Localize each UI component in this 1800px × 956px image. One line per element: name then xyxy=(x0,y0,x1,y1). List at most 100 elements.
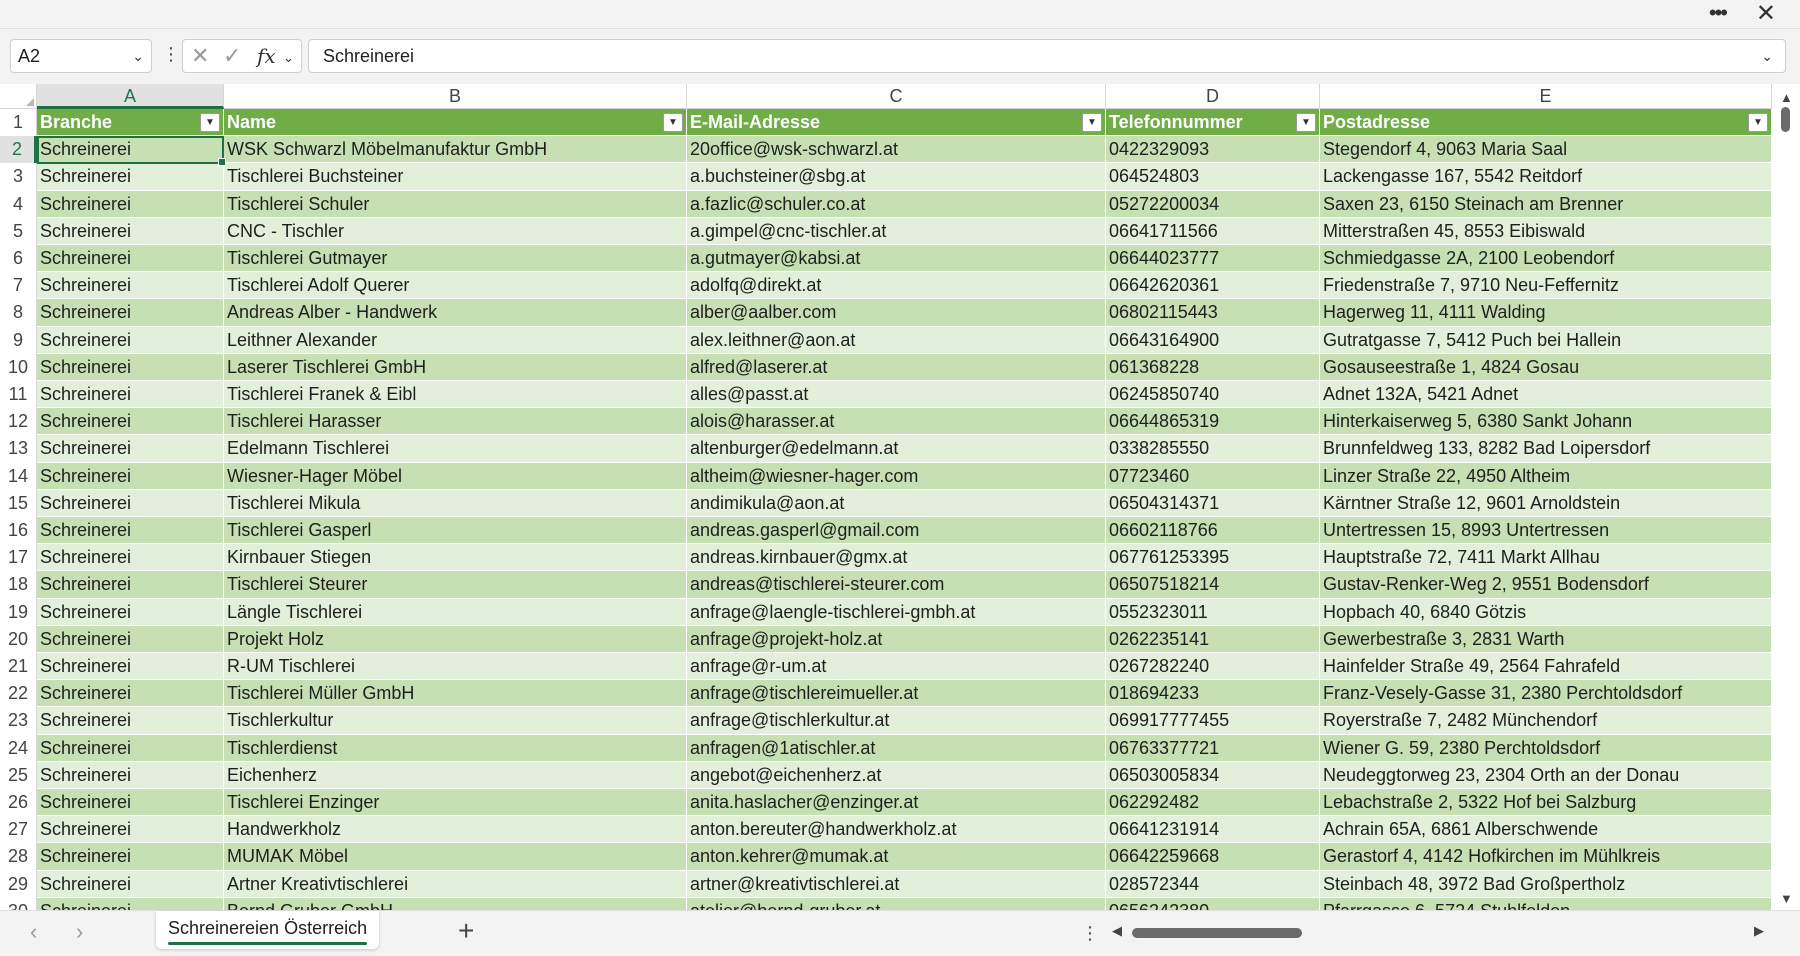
add-sheet-button[interactable]: + xyxy=(458,916,474,946)
row-header[interactable]: 10 xyxy=(0,353,37,381)
table-cell[interactable]: 06245850740 xyxy=(1106,381,1320,409)
table-cell[interactable]: 0267282240 xyxy=(1106,653,1320,681)
table-cell[interactable]: R-UM Tischlerei xyxy=(224,653,687,681)
table-cell[interactable]: WSK Schwarzl Möbelmanufaktur GmbH xyxy=(224,136,687,164)
table-cell[interactable]: Handwerkholz xyxy=(224,816,687,844)
table-cell[interactable]: Schreinerei xyxy=(37,870,224,898)
table-cell[interactable]: Schreinerei xyxy=(37,897,224,910)
table-cell[interactable]: Lebachstraße 2, 5322 Hof bei Salzburg xyxy=(1320,789,1772,817)
table-header-cell[interactable]: E-Mail-Adresse ▼ xyxy=(687,109,1106,137)
table-cell[interactable]: 069917777455 xyxy=(1106,707,1320,735)
table-cell[interactable]: Gerastorf 4, 4142 Hofkirchen im Mühlkrei… xyxy=(1320,843,1772,871)
table-cell[interactable]: Tischlerei Adolf Querer xyxy=(224,272,687,300)
table-cell[interactable]: Neudeggtorweg 23, 2304 Orth an der Donau xyxy=(1320,761,1772,789)
close-icon[interactable]: ✕ xyxy=(1756,1,1776,27)
table-cell[interactable]: anton.bereuter@handwerkholz.at xyxy=(687,816,1106,844)
table-cell[interactable]: Schreinerei xyxy=(37,653,224,681)
table-cell[interactable]: Linzer Straße 22, 4950 Altheim xyxy=(1320,462,1772,490)
table-cell[interactable]: anfrage@r-um.at xyxy=(687,653,1106,681)
table-cell[interactable]: Saxen 23, 6150 Steinach am Brenner xyxy=(1320,190,1772,218)
table-cell[interactable]: Tischlerei Steurer xyxy=(224,571,687,599)
table-cell[interactable]: anita.haslacher@enzinger.at xyxy=(687,789,1106,817)
table-cell[interactable]: 061368228 xyxy=(1106,353,1320,381)
column-header-e[interactable]: E xyxy=(1320,84,1772,109)
row-header[interactable]: 9 xyxy=(0,326,37,354)
table-cell[interactable]: Hinterkaiserweg 5, 6380 Sankt Johann xyxy=(1320,408,1772,436)
row-header[interactable]: 22 xyxy=(0,680,37,708)
table-cell[interactable]: 0338285550 xyxy=(1106,435,1320,463)
filter-dropdown-icon[interactable]: ▼ xyxy=(1296,113,1316,132)
sheet-tab-active[interactable]: Schreinereien Österreich xyxy=(156,911,380,949)
table-cell[interactable]: Tischlerei Müller GmbH xyxy=(224,680,687,708)
table-cell[interactable]: CNC - Tischler xyxy=(224,217,687,245)
table-cell[interactable]: 06802115443 xyxy=(1106,299,1320,327)
table-cell[interactable]: Schreinerei xyxy=(37,761,224,789)
select-all-corner[interactable] xyxy=(0,84,37,109)
table-cell[interactable]: Hopbach 40, 6840 Götzis xyxy=(1320,598,1772,626)
table-cell[interactable]: Steinbach 48, 3972 Bad Großpertholz xyxy=(1320,870,1772,898)
table-cell[interactable]: Längle Tischlerei xyxy=(224,598,687,626)
enter-icon[interactable]: ✓ xyxy=(223,42,241,70)
column-header-b[interactable]: B xyxy=(224,84,687,109)
table-cell[interactable]: Brunnfeldweg 133, 8282 Bad Loipersdorf xyxy=(1320,435,1772,463)
filter-dropdown-icon[interactable]: ▼ xyxy=(1082,113,1102,132)
table-cell[interactable]: Schreinerei xyxy=(37,272,224,300)
filter-dropdown-icon[interactable]: ▼ xyxy=(1748,113,1768,132)
table-cell[interactable]: Schreinerei xyxy=(37,571,224,599)
table-cell[interactable]: anfragen@1atischler.at xyxy=(687,734,1106,762)
row-header[interactable]: 30 xyxy=(0,897,37,910)
table-cell[interactable]: 06644023777 xyxy=(1106,245,1320,273)
filter-dropdown-icon[interactable]: ▼ xyxy=(200,113,220,132)
table-cell[interactable]: Schreinerei xyxy=(37,299,224,327)
table-cell[interactable]: Tischlerei Harasser xyxy=(224,408,687,436)
table-cell[interactable]: 0422329093 xyxy=(1106,136,1320,164)
table-cell[interactable]: Hainfelder Straße 49, 2564 Fahrafeld xyxy=(1320,653,1772,681)
chevron-down-icon[interactable]: ⌄ xyxy=(132,40,144,72)
table-cell[interactable]: 0552323011 xyxy=(1106,598,1320,626)
vertical-scrollbar[interactable]: ▲ ▼ xyxy=(1772,84,1800,910)
row-header[interactable]: 29 xyxy=(0,870,37,898)
table-cell[interactable]: alfred@laserer.at xyxy=(687,353,1106,381)
table-cell[interactable]: 0262235141 xyxy=(1106,625,1320,653)
table-cell[interactable]: anton.kehrer@mumak.at xyxy=(687,843,1106,871)
table-cell[interactable]: altheim@wiesner-hager.com xyxy=(687,462,1106,490)
name-box[interactable]: A2 ⌄ xyxy=(10,39,152,73)
table-cell[interactable]: Stegendorf 4, 9063 Maria Saal xyxy=(1320,136,1772,164)
table-cell[interactable]: 20office@wsk-schwarzl.at xyxy=(687,136,1106,164)
table-cell[interactable]: Schreinerei xyxy=(37,353,224,381)
table-cell[interactable]: Leithner Alexander xyxy=(224,326,687,354)
row-header[interactable]: 18 xyxy=(0,571,37,599)
vertical-dots-icon[interactable]: ⋮ xyxy=(1081,923,1099,943)
row-header[interactable]: 11 xyxy=(0,381,37,409)
horizontal-scrollbar[interactable]: ◀ ▶ xyxy=(1108,919,1768,947)
table-cell[interactable]: anfrage@tischlereimueller.at xyxy=(687,680,1106,708)
table-cell[interactable]: Gustav-Renker-Weg 2, 9551 Bodensdorf xyxy=(1320,571,1772,599)
table-cell[interactable]: altenburger@edelmann.at xyxy=(687,435,1106,463)
scroll-left-icon[interactable]: ◀ xyxy=(1112,923,1122,939)
table-cell[interactable]: Schreinerei xyxy=(37,245,224,273)
row-header[interactable]: 13 xyxy=(0,435,37,463)
table-cell[interactable]: Schreinerei xyxy=(37,544,224,572)
chevron-down-icon[interactable]: ⌄ xyxy=(283,44,294,72)
row-header[interactable]: 2 xyxy=(0,136,37,164)
table-cell[interactable]: Schreinerei xyxy=(37,843,224,871)
table-cell[interactable]: angebot@eichenherz.at xyxy=(687,761,1106,789)
table-cell[interactable]: 06503005834 xyxy=(1106,761,1320,789)
table-cell[interactable]: Bernd Gruber GmbH xyxy=(224,897,687,910)
table-cell[interactable]: MUMAK Möbel xyxy=(224,843,687,871)
table-cell[interactable]: 06641231914 xyxy=(1106,816,1320,844)
table-cell[interactable]: Tischlerei Schuler xyxy=(224,190,687,218)
row-header[interactable]: 25 xyxy=(0,761,37,789)
row-header[interactable]: 17 xyxy=(0,544,37,572)
row-header[interactable]: 6 xyxy=(0,245,37,273)
table-cell[interactable]: Hauptstraße 72, 7411 Markt Allhau xyxy=(1320,544,1772,572)
row-header[interactable]: 12 xyxy=(0,408,37,436)
table-cell[interactable]: andimikula@aon.at xyxy=(687,489,1106,517)
table-cell[interactable]: 06644865319 xyxy=(1106,408,1320,436)
table-cell[interactable]: alex.leithner@aon.at xyxy=(687,326,1106,354)
cancel-icon[interactable]: ✕ xyxy=(191,42,209,70)
expand-formula-icon[interactable]: ⌄ xyxy=(1761,40,1773,72)
row-header[interactable]: 7 xyxy=(0,272,37,300)
table-cell[interactable]: Hagerweg 11, 4111 Walding xyxy=(1320,299,1772,327)
table-cell[interactable]: Royerstraße 7, 2482 Münchendorf xyxy=(1320,707,1772,735)
